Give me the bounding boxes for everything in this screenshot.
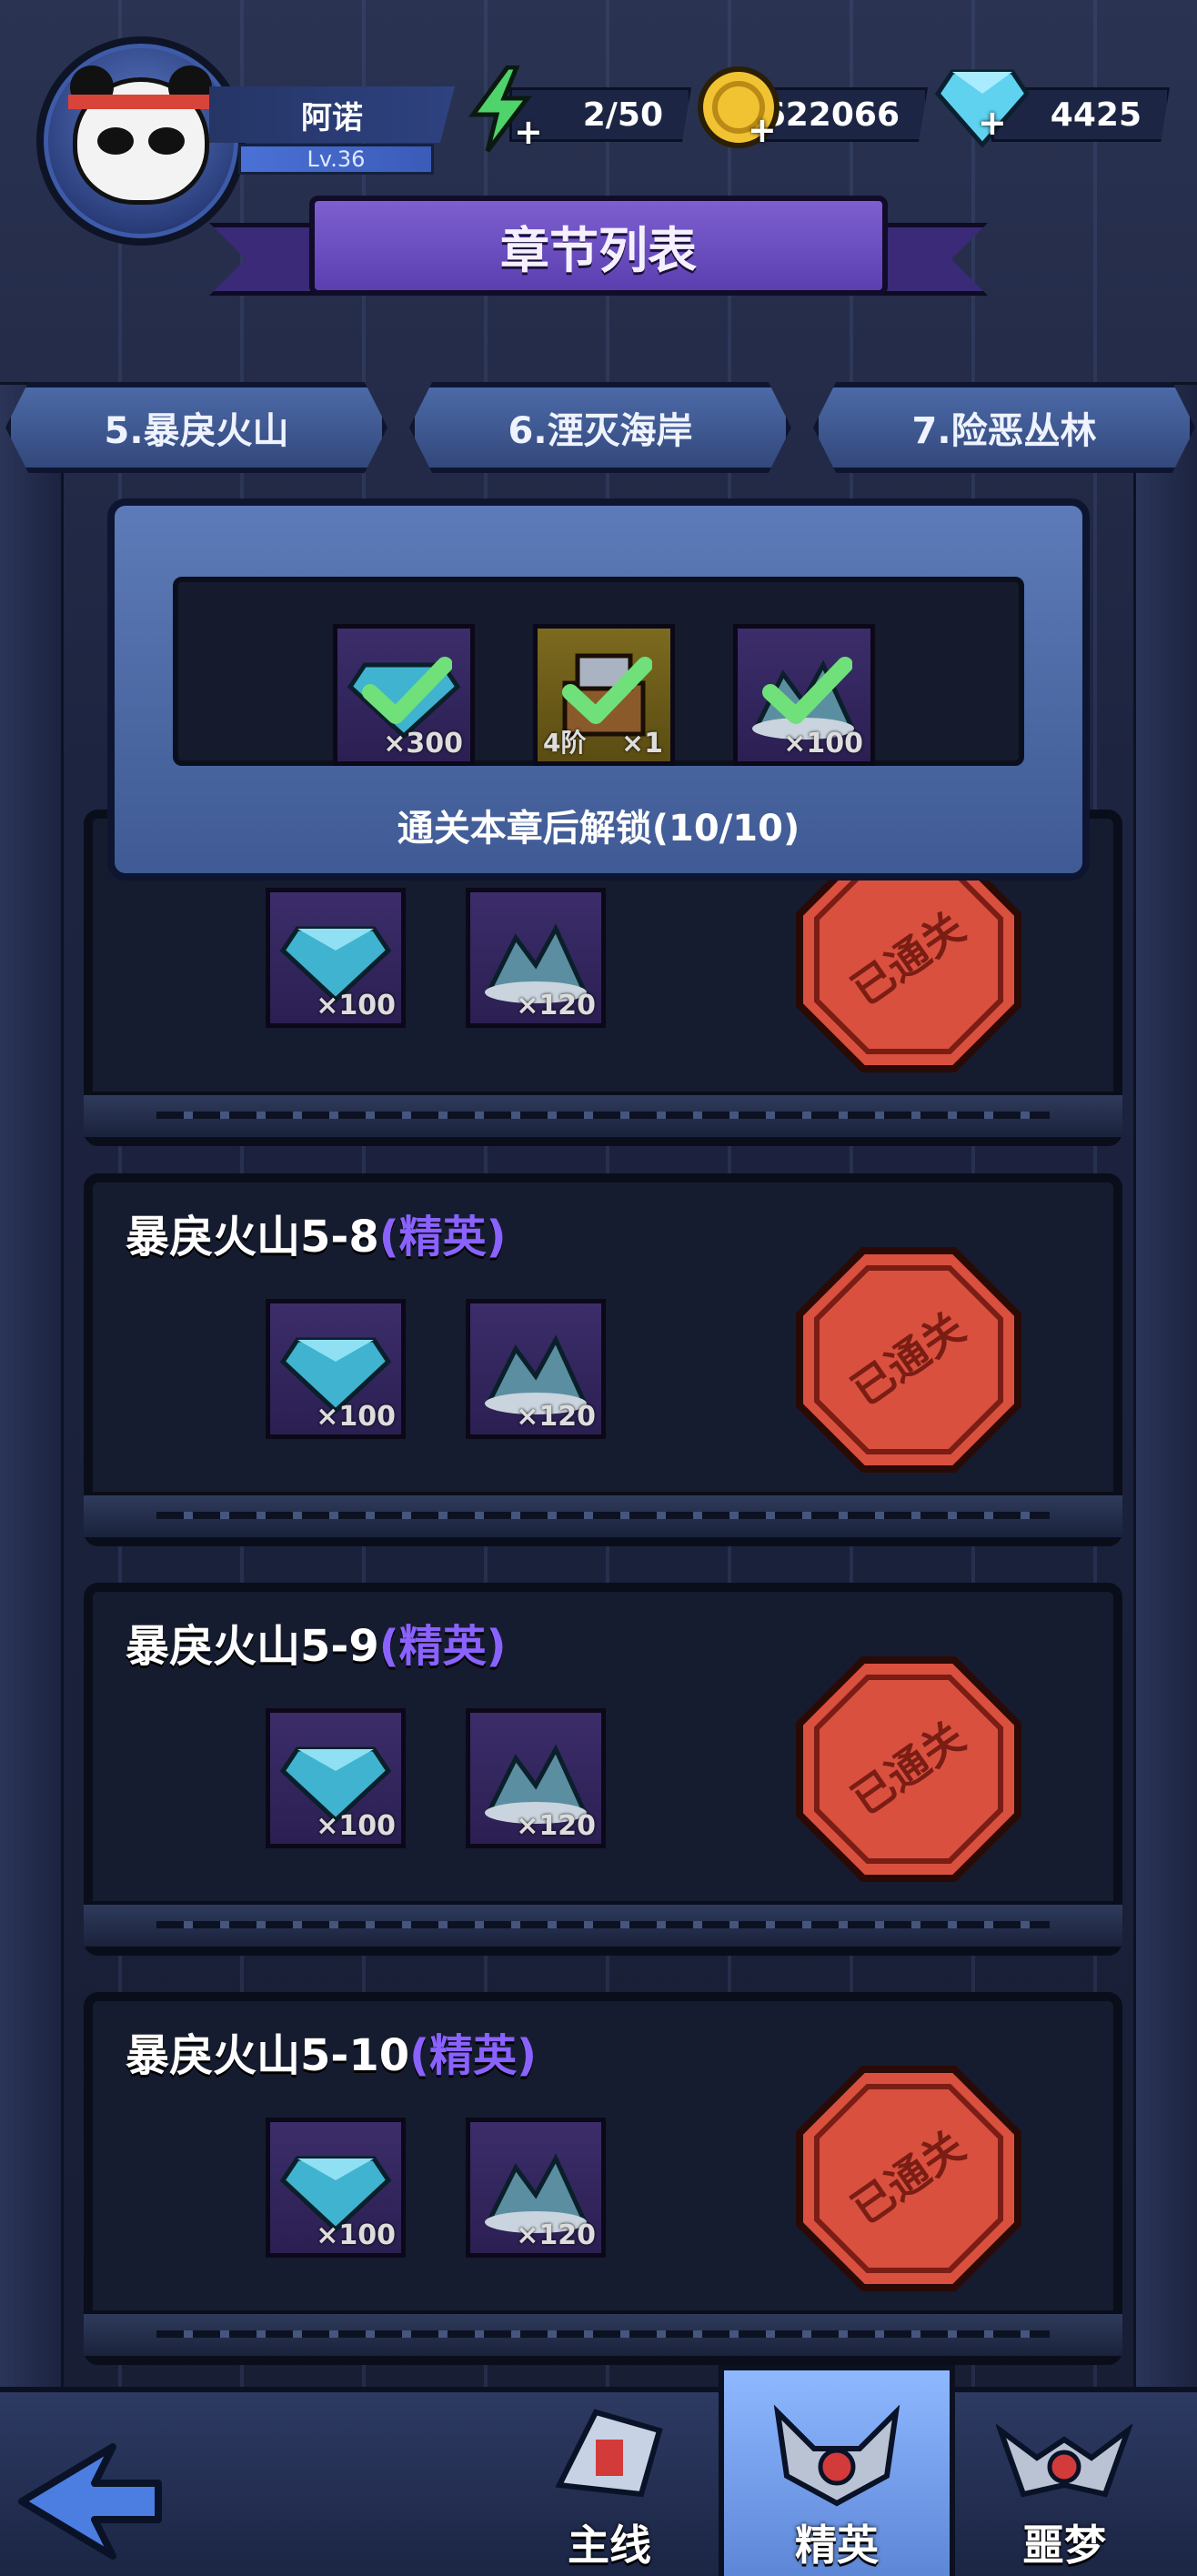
reward-qty: ×120 (516, 1401, 596, 1433)
add-gold-icon[interactable]: + (748, 113, 777, 147)
diamond-reward-icon: ×100 (266, 1299, 406, 1439)
title-ribbon: 章节列表 (209, 177, 988, 314)
tab-chapter-7[interactable]: 7.险恶丛林 (813, 382, 1195, 473)
claimed-check-icon (762, 657, 852, 724)
tab-chapter-6-label: 6.湮灭海岸 (508, 410, 693, 452)
main-story-icon (555, 2409, 663, 2498)
stage-panel-5-10[interactable]: 暴戾火山5-10(精英) ×100 ×120 已通关 (84, 1992, 1122, 2365)
chapter-unlock-caption: 通关本章后解锁(10/10) (397, 808, 800, 850)
reward-item-diamonds[interactable]: ×300 (333, 624, 475, 766)
panel-rail (84, 1092, 1122, 1137)
tab-chapter-7-label: 7.险恶丛林 (911, 410, 1097, 452)
crystal-pile-icon: ×120 (466, 888, 606, 1028)
nightmare-bat-icon (996, 2423, 1132, 2498)
diamond-reward-icon: ×100 (266, 888, 406, 1028)
stage-panel-5-8[interactable]: 暴戾火山5-8(精英) ×100 ×120 已通关 (84, 1173, 1122, 1546)
bottom-nav: 主线 精英 噩梦 (0, 2365, 1197, 2576)
tab-main-story-label: 主线 (568, 2521, 651, 2570)
panel-rail (84, 1901, 1122, 1947)
player-name: 阿诺 (209, 86, 455, 143)
tab-elite-label: 精英 (795, 2521, 879, 2570)
tab-main-story[interactable]: 主线 (491, 2392, 728, 2576)
diamond-icon[interactable]: + (932, 64, 1032, 151)
elite-tag: (精英) (409, 2030, 538, 2081)
claimed-check-icon (562, 657, 652, 724)
reward-tier: 4阶 (543, 728, 587, 758)
chapter-reward-frame: ×300 4阶 ×1 ×100 通关本章后解锁(10/10) (107, 498, 1090, 880)
reward-qty: ×100 (316, 1810, 396, 1842)
reward-item-crystal-pile[interactable]: ×100 (733, 624, 875, 766)
cleared-stamp-icon: 已通关 (796, 2066, 1021, 2291)
tab-chapter-5[interactable]: 5.暴戾火山 (5, 382, 387, 473)
reward-qty: ×100 (316, 1401, 396, 1433)
stage-panel-5-9[interactable]: 暴戾火山5-9(精英) ×100 ×120 已通关 (84, 1583, 1122, 1956)
gold-coin-icon[interactable]: + (693, 62, 784, 153)
reward-qty: ×120 (516, 990, 596, 1021)
player-level: Lv.36 (238, 144, 434, 175)
reward-qty: ×300 (383, 728, 463, 760)
cleared-stamp-icon: 已通关 (796, 1656, 1021, 1882)
reward-qty: ×1 (620, 728, 663, 760)
elite-tag: (精英) (378, 1212, 507, 1263)
page-title: 章节列表 (309, 196, 888, 296)
reward-qty: ×100 (316, 2219, 396, 2251)
elite-tag: (精英) (378, 1621, 507, 1672)
reward-qty: ×120 (516, 2219, 596, 2251)
right-pillar (1133, 382, 1197, 2394)
diamond-value: 4425 (1050, 96, 1142, 134)
panda-avatar-icon (68, 65, 214, 205)
elite-mask-icon (773, 2404, 900, 2507)
stage-title: 暴戾火山5-9(精英) (126, 1621, 507, 1672)
stage-title: 暴戾火山5-10(精英) (126, 2030, 538, 2081)
tab-chapter-6[interactable]: 6.湮灭海岸 (409, 382, 791, 473)
tab-nightmare-label: 噩梦 (1022, 2521, 1106, 2570)
claimed-check-icon (362, 657, 452, 724)
add-energy-icon[interactable]: + (514, 115, 543, 149)
tab-nightmare[interactable]: 噩梦 (946, 2392, 1182, 2576)
panel-rail (84, 2310, 1122, 2356)
crystal-pile-icon: ×120 (466, 1299, 606, 1439)
add-diamond-icon[interactable]: + (978, 106, 1007, 140)
energy-value: 2/50 (582, 96, 663, 134)
reward-qty: ×120 (516, 1810, 596, 1842)
energy-icon[interactable]: + (459, 64, 543, 155)
diamond-reward-icon: ×100 (266, 1708, 406, 1848)
back-arrow-icon[interactable] (13, 2438, 167, 2565)
reward-qty: ×100 (783, 728, 863, 760)
reward-item-tier-chest[interactable]: 4阶 ×1 (533, 624, 675, 766)
tab-chapter-5-label: 5.暴戾火山 (104, 410, 289, 452)
crystal-pile-icon: ×120 (466, 2118, 606, 2258)
crystal-pile-icon: ×120 (466, 1708, 606, 1848)
tab-elite[interactable]: 精英 (719, 2365, 955, 2576)
cleared-stamp-icon: 已通关 (796, 1247, 1021, 1473)
reward-qty: ×100 (316, 990, 396, 1021)
panel-rail (84, 1492, 1122, 1537)
left-pillar (0, 382, 64, 2394)
diamond-reward-icon: ×100 (266, 2118, 406, 2258)
stage-title: 暴戾火山5-8(精英) (126, 1212, 507, 1263)
